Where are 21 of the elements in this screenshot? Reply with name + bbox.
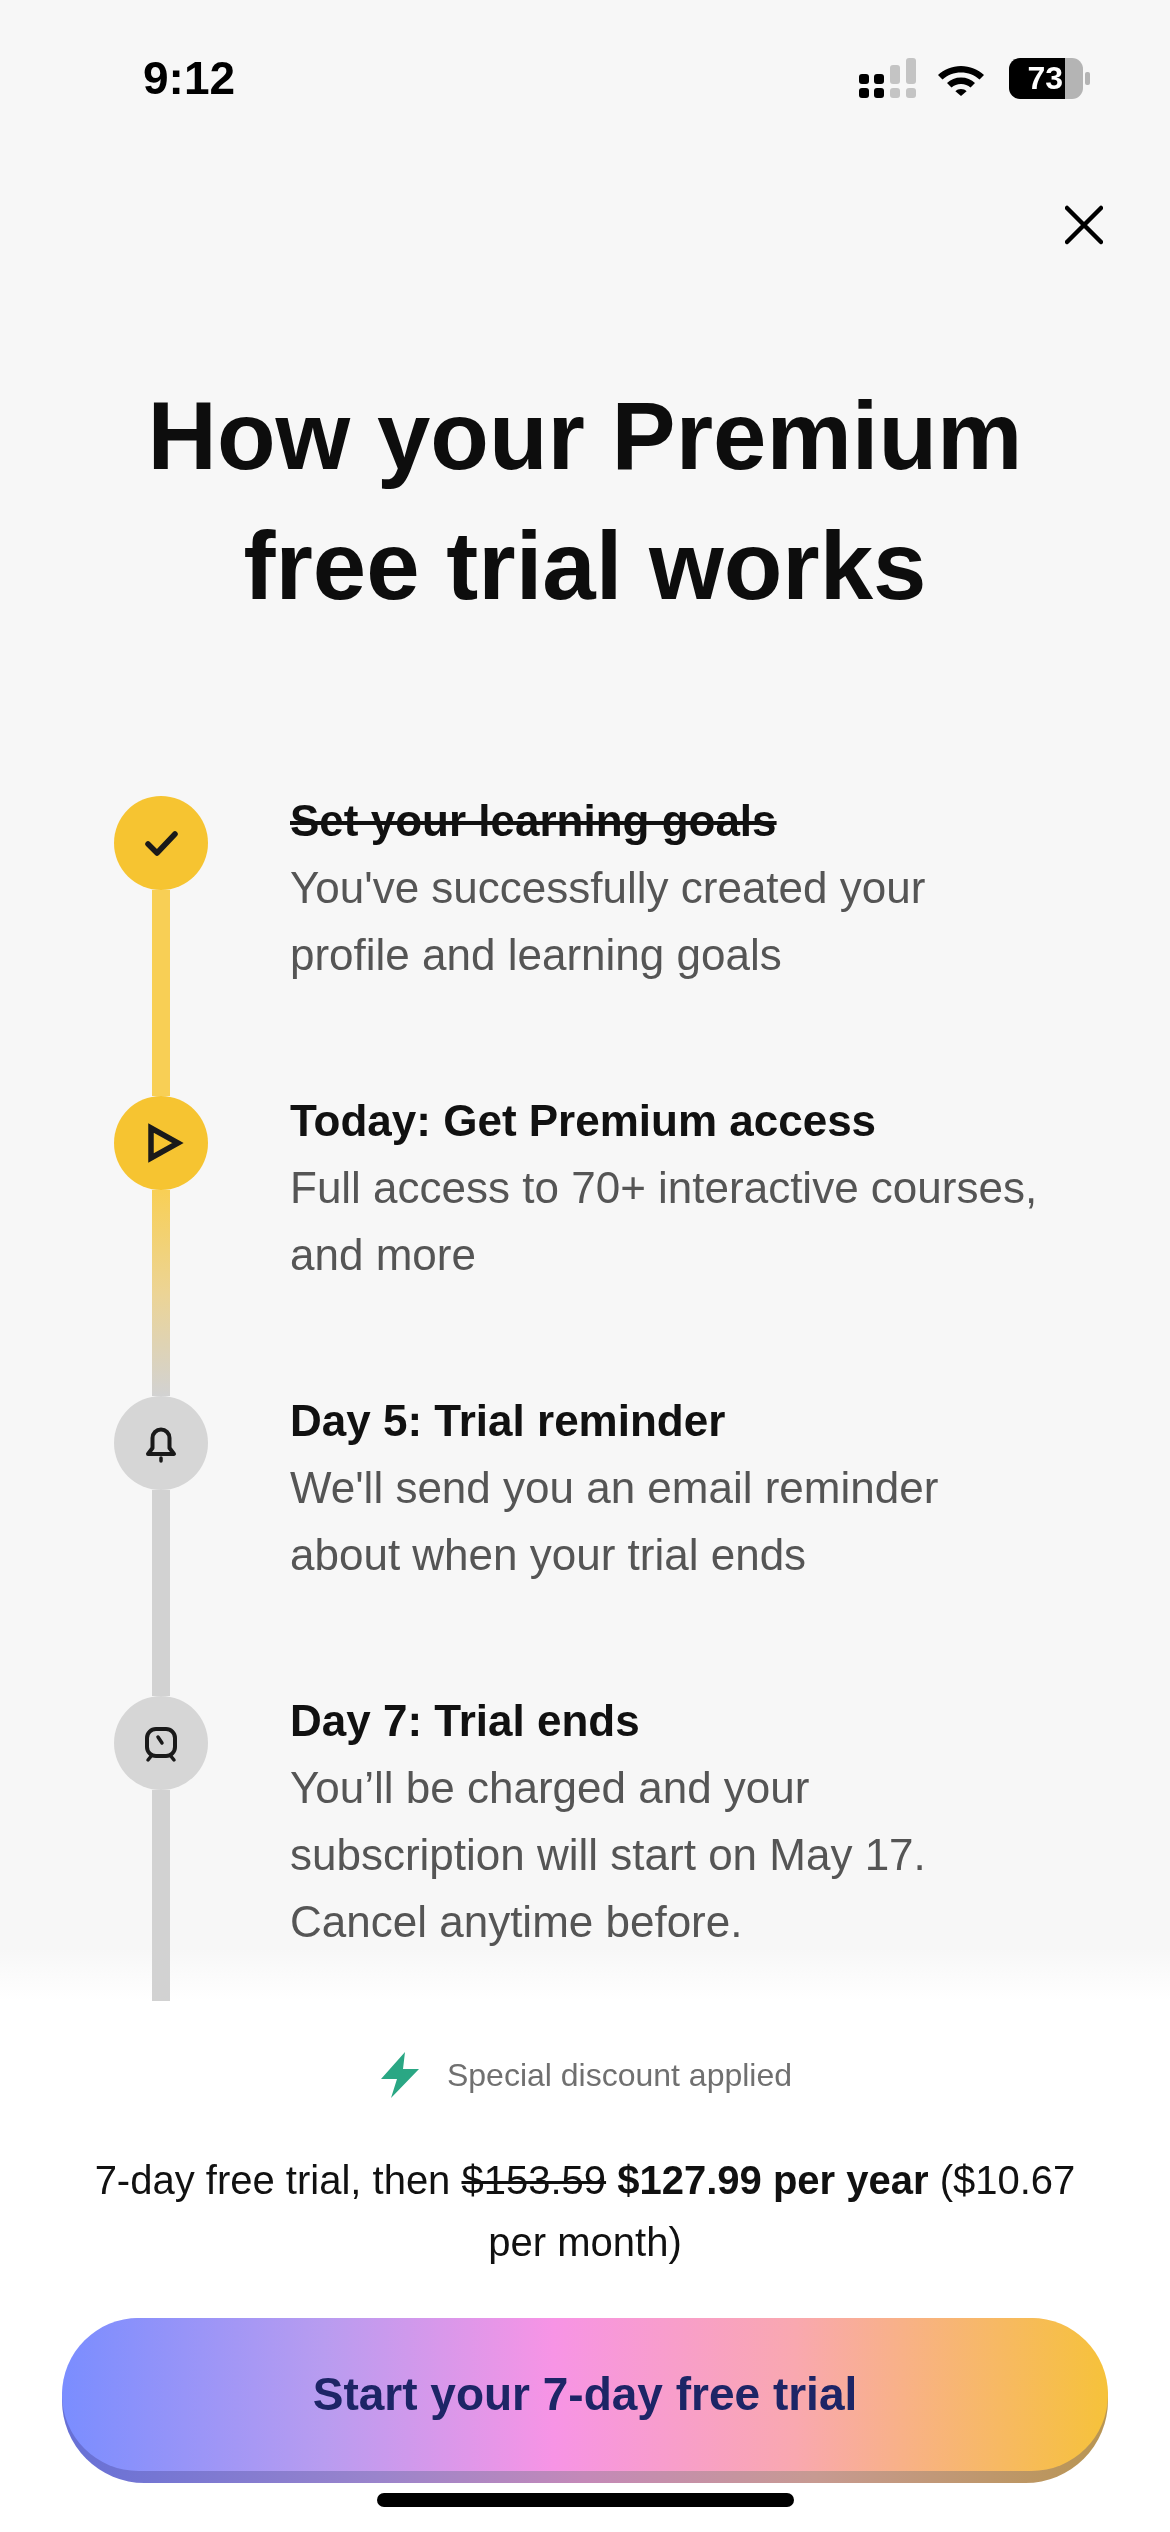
step-description: You've successfully created your profile and learning goals: [290, 862, 927, 981]
alarm-clock-icon: [114, 1696, 208, 1790]
step-title: Today: Get Premium access: [290, 1095, 878, 1147]
cellular-signal-icon: [859, 58, 917, 98]
bell-icon: [114, 1396, 208, 1490]
battery-icon: [1065, 57, 1091, 99]
close-button[interactable]: [1065, 205, 1103, 245]
discount-label: Special discount applied: [446, 2056, 793, 2095]
step-description: Full access to 70+ interactive courses, and more: [290, 1162, 1039, 1281]
step-title: Day 7: Trial ends: [290, 1695, 641, 1747]
start-trial-button[interactable]: Start your 7-day free trial: [62, 2318, 1108, 2483]
step-description: You’ll be charged and your subscription will start on May 17. Cancel anytime before.: [290, 1762, 927, 1948]
status-time: 9:12: [143, 52, 236, 104]
step-title: Day 5: Trial reminder: [290, 1395, 727, 1447]
price-text: 7-day free trial, then $153.59 $127.99 per year ($10.67 per month): [93, 2157, 1077, 2266]
play-icon: [114, 1096, 208, 1190]
battery-percentage: 73: [1009, 57, 1065, 99]
step-description: We'll send you an email reminder about when your trial ends: [290, 1462, 940, 1581]
step-title: Set your learning goals: [290, 796, 778, 847]
check-icon: [114, 796, 208, 890]
page-title: How your Premium free trial works: [146, 381, 1024, 621]
